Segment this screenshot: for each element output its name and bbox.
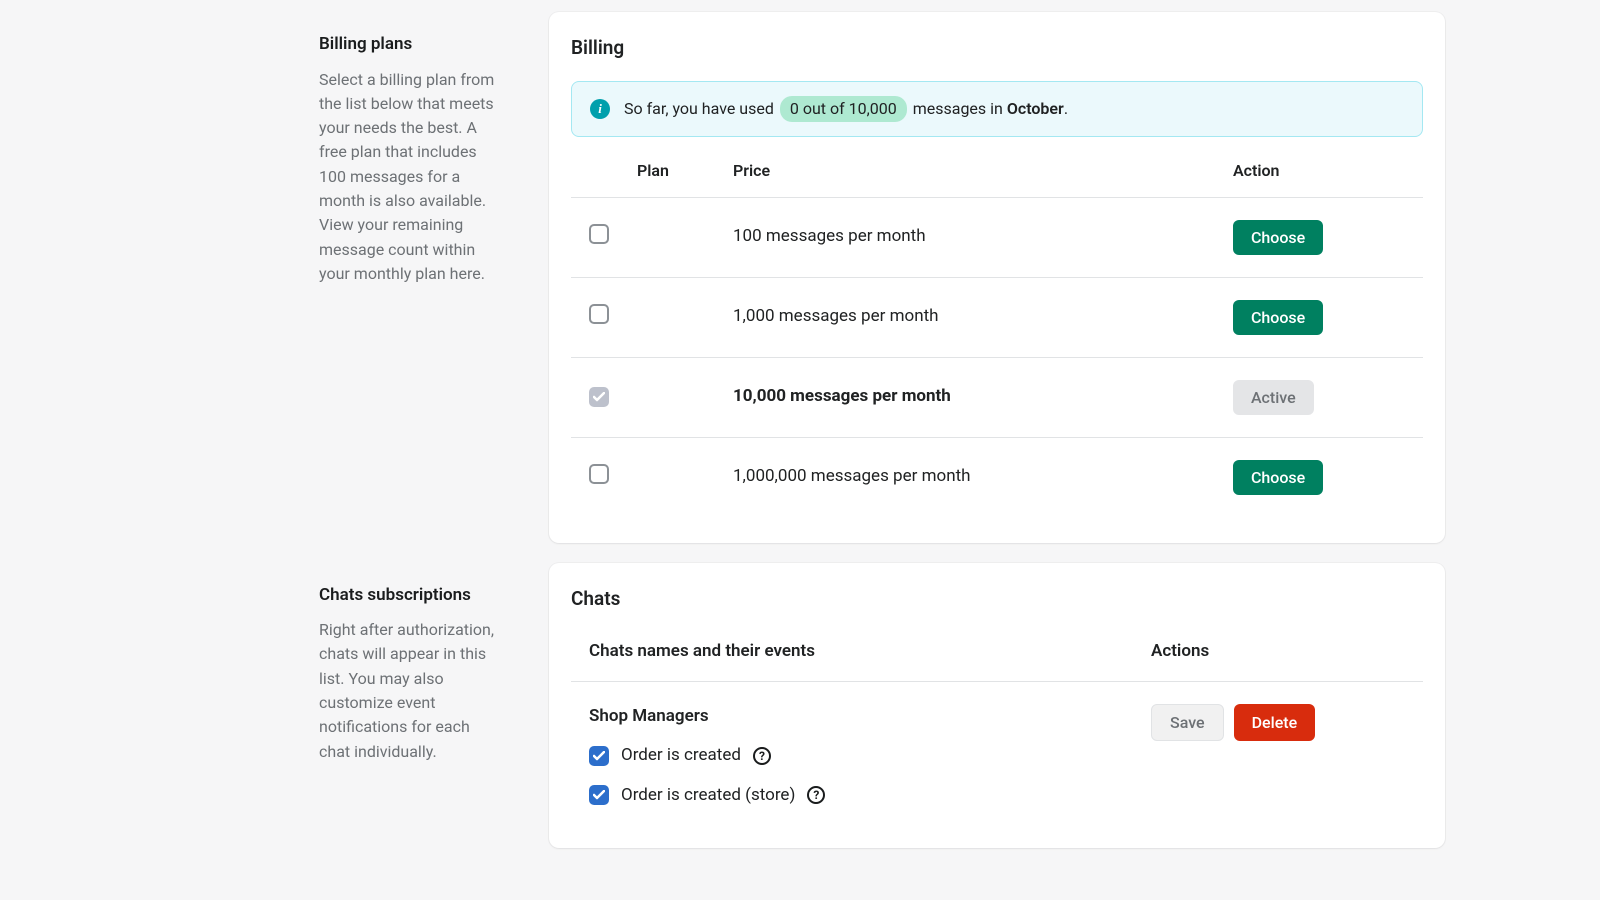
chats-card-title: Chats <box>571 585 1423 614</box>
info-icon: i <box>590 99 610 119</box>
chat-name: Shop Managers <box>589 704 825 730</box>
chat-info: Shop Managers Order is created ? Order i… <box>571 704 825 823</box>
table-row: 10,000 messages per month Active <box>571 357 1423 437</box>
event-row: Order is created (store) ? <box>589 783 825 809</box>
event-label: Order is created <box>621 743 741 769</box>
usage-suffix: . <box>1064 99 1068 118</box>
billing-sidebar: Billing plans Select a billing plan from… <box>155 12 549 286</box>
billing-section: Billing plans Select a billing plan from… <box>155 12 1445 543</box>
usage-middle: messages in <box>913 99 1003 118</box>
usage-prefix: So far, you have used <box>624 99 774 118</box>
event-checkbox[interactable] <box>589 746 609 766</box>
col-chat-names: Chats names and their events <box>571 639 815 665</box>
plan-checkbox[interactable] <box>589 464 609 484</box>
col-action-header: Action <box>1233 151 1423 198</box>
table-row: 1,000 messages per month Choose <box>571 277 1423 357</box>
col-plan-header: Plan <box>637 151 733 198</box>
usage-text: So far, you have used 0 out of 10,000 me… <box>624 96 1068 122</box>
col-chat-actions: Actions <box>1151 639 1423 665</box>
plans-table: Plan Price Action 100 messages per month… <box>571 151 1423 517</box>
help-icon[interactable]: ? <box>807 786 825 804</box>
plan-price-active: 10,000 messages per month <box>733 357 1233 437</box>
plan-checkbox-active <box>589 387 609 407</box>
event-label: Order is created (store) <box>621 783 795 809</box>
event-row: Order is created ? <box>589 743 825 769</box>
plan-price: 1,000 messages per month <box>733 277 1233 357</box>
usage-month: October <box>1007 99 1064 118</box>
chat-actions: Save Delete <box>1151 704 1423 741</box>
choose-button[interactable]: Choose <box>1233 220 1323 255</box>
chats-headers: Chats names and their events Actions <box>571 631 1423 682</box>
delete-button[interactable]: Delete <box>1234 704 1316 741</box>
plan-price: 100 messages per month <box>733 197 1233 277</box>
col-price-header: Price <box>733 151 1233 198</box>
chats-sidebar-title: Chats subscriptions <box>319 583 501 609</box>
choose-button[interactable]: Choose <box>1233 300 1323 335</box>
choose-button[interactable]: Choose <box>1233 460 1323 495</box>
billing-sidebar-desc: Select a billing plan from the list belo… <box>319 68 501 287</box>
usage-banner: i So far, you have used 0 out of 10,000 … <box>571 81 1423 137</box>
plan-price: 1,000,000 messages per month <box>733 437 1233 517</box>
chats-sidebar: Chats subscriptions Right after authoriz… <box>155 563 549 764</box>
plan-checkbox[interactable] <box>589 304 609 324</box>
chats-sidebar-desc: Right after authorization, chats will ap… <box>319 618 501 764</box>
chats-card: Chats Chats names and their events Actio… <box>549 563 1445 849</box>
help-icon[interactable]: ? <box>753 747 771 765</box>
save-button: Save <box>1151 704 1224 741</box>
event-checkbox[interactable] <box>589 785 609 805</box>
plan-checkbox[interactable] <box>589 224 609 244</box>
billing-sidebar-title: Billing plans <box>319 32 501 58</box>
billing-card-title: Billing <box>571 34 1423 63</box>
billing-card: Billing i So far, you have used 0 out of… <box>549 12 1445 543</box>
chats-section: Chats subscriptions Right after authoriz… <box>155 563 1445 849</box>
table-row: 100 messages per month Choose <box>571 197 1423 277</box>
usage-pill: 0 out of 10,000 <box>780 96 907 122</box>
chat-row: Shop Managers Order is created ? Order i… <box>571 682 1423 823</box>
table-row: 1,000,000 messages per month Choose <box>571 437 1423 517</box>
active-button: Active <box>1233 380 1314 415</box>
